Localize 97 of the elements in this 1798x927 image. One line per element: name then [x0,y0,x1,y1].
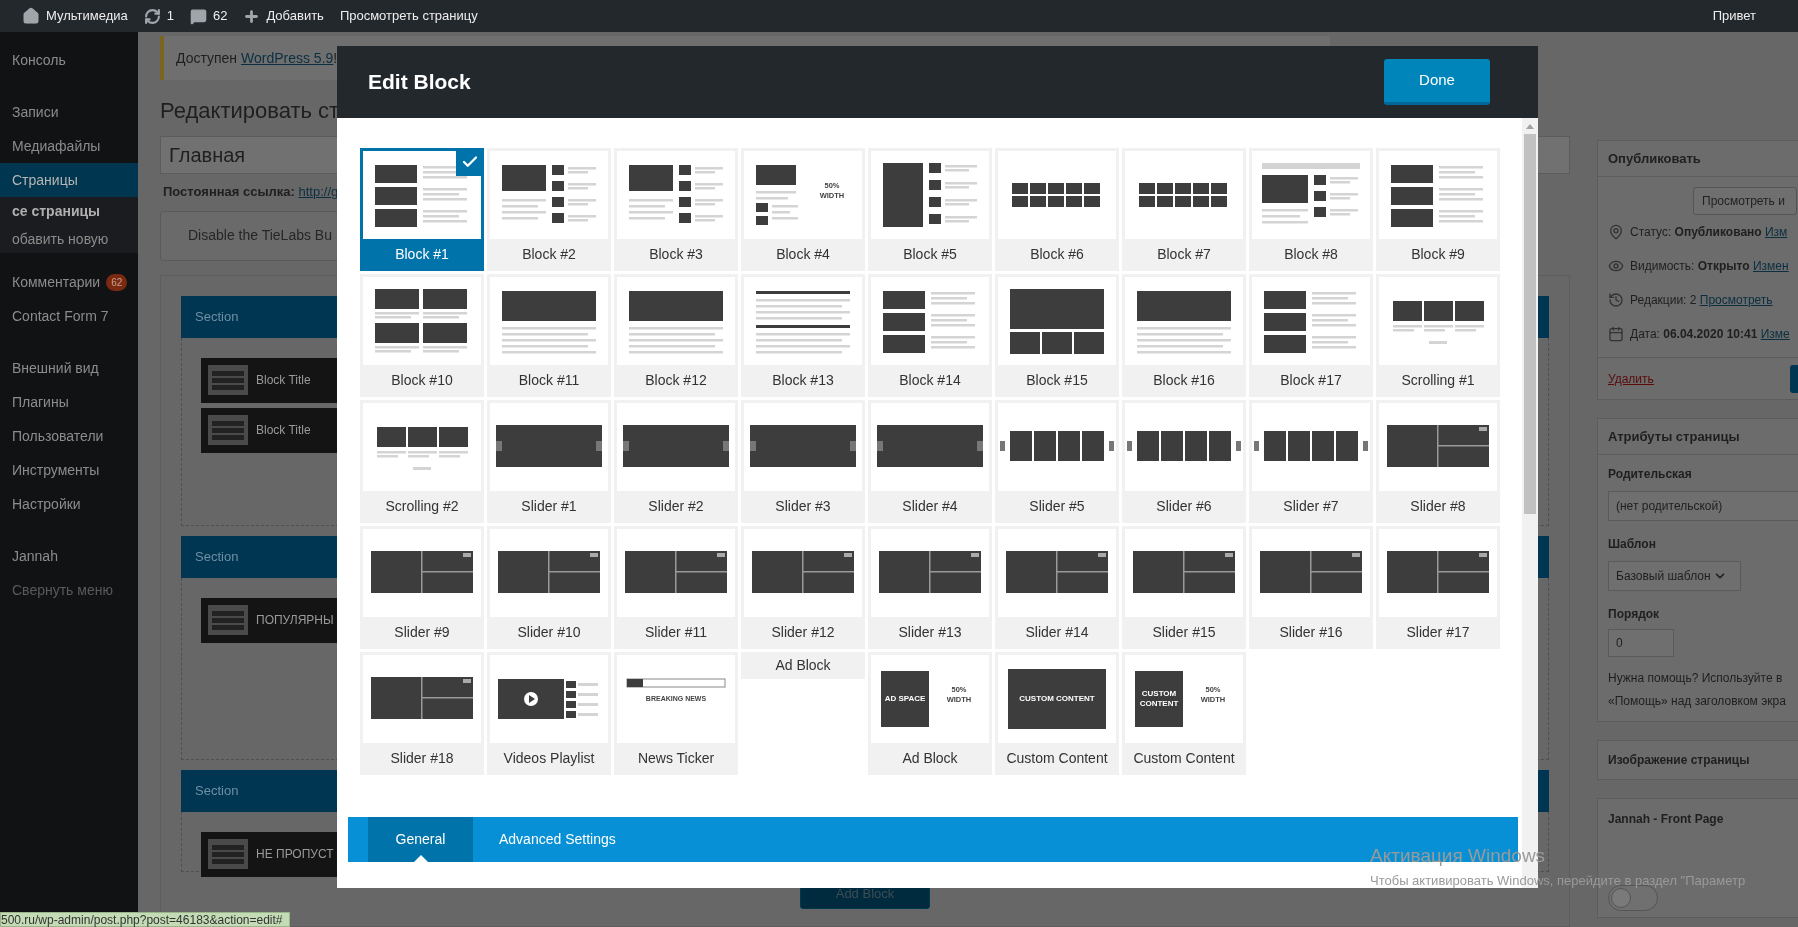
block-option[interactable]: Block #7 [1122,148,1246,271]
block-layout-icon [208,365,248,395]
block-option[interactable]: Slider #3 [741,400,865,523]
thumbnail-caption: CUSTOM [1141,689,1177,698]
block-option[interactable]: Slider #17 [1376,526,1500,649]
menu-item[interactable]: Медиафайлы [0,129,138,163]
field-label: Шаблон [1608,536,1657,553]
updates-count[interactable]: 1 [166,6,174,26]
menu-item[interactable]: обавить новую [0,225,138,253]
block-option[interactable]: Slider #4 [868,400,992,523]
meta-text: Статус: Опубликовано Изм [1630,224,1788,241]
menu-item[interactable]: Комментарии 62 [0,265,138,299]
block-option[interactable]: Slider #18 [360,652,484,775]
block-option[interactable]: Ad Block [741,652,865,679]
menu-item[interactable]: Пользователи [0,419,138,453]
thumbnail-caption: CUSTOM CONTENT [1019,694,1095,703]
block-option[interactable]: Slider #13 [868,526,992,649]
block-option[interactable]: Slider #16 [1249,526,1373,649]
menu-item[interactable]: Contact Form 7 [0,299,138,333]
page-heading: Редактировать ст [160,97,341,125]
eye-icon [1608,258,1624,274]
comments-count[interactable]: 62 [212,6,228,26]
block-layout-icon [208,415,248,445]
thumbnail-caption: AD SPACE [884,694,926,703]
block-option[interactable]: Block #5 [868,148,992,271]
menu-item[interactable]: се страницы [0,197,138,225]
greeting-link[interactable]: Привет [1712,6,1756,26]
notice-text: Доступен WordPress 5.9! [176,48,338,68]
field-label: Родительская [1608,466,1693,483]
block-option[interactable]: Block #2 [487,148,611,271]
block-option[interactable]: Slider #11 [614,526,738,649]
help-text: «Помощь» над заголовком экра [1608,693,1787,710]
menu-item[interactable]: Консоль [0,43,138,77]
panel-title: Изображение страницы [1608,752,1750,769]
block-layout-icon [208,605,248,635]
comment-icon[interactable] [189,7,207,25]
meta-text: Видимость: Открыто Измен [1630,258,1789,275]
menu-item[interactable]: Плагины [0,385,138,419]
menu-item[interactable]: Внешний вид [0,351,138,385]
block-option[interactable]: Slider #2 [614,400,738,523]
block-layout-icon [208,839,248,869]
block-option[interactable]: Block #14 [868,274,992,397]
block-option[interactable]: Block #12 [614,274,738,397]
block-option[interactable]: Block #13 [741,274,865,397]
plus-icon[interactable] [243,7,261,25]
block-option[interactable]: Block #9 [1376,148,1500,271]
panel-title: Атрибуты страницы [1608,427,1740,446]
block-option[interactable]: Slider #9 [360,526,484,649]
block-option[interactable]: Block #6 [995,148,1119,271]
block-option[interactable]: Scrolling #1 [1376,274,1500,397]
block-option[interactable]: Block #11 [487,274,611,397]
status-url: 500.ru/wp-admin/post.php?post=46183&action=edit# [0,912,290,927]
block-option[interactable]: Block #16 [1122,274,1246,397]
site-link[interactable]: Мультимедиа [46,6,128,26]
menu-item[interactable]: Инструменты [0,453,138,487]
check-icon [456,148,484,176]
block-option[interactable]: Slider #10 [487,526,611,649]
pin-icon [1608,224,1624,240]
field-label: Порядок [1608,606,1661,623]
block-option[interactable]: Scrolling #2 [360,400,484,523]
menu-item[interactable]: Jannah [0,539,138,573]
meta-text: Редакции: 2 Просмотреть [1630,292,1773,309]
block-option[interactable]: Slider #7 [1249,400,1373,523]
block-option[interactable]: Block #3 [614,148,738,271]
block-option[interactable]: Videos Playlist [487,652,611,775]
settings-tab[interactable]: General [368,817,473,862]
view-page-link[interactable]: Просмотреть страницу [339,6,478,26]
settings-tab[interactable]: Advanced Settings [473,817,642,862]
count-badge: 62 [106,273,128,291]
block-option[interactable]: Slider #15 [1122,526,1246,649]
panel-title: Опубликовать [1608,149,1701,168]
block-option[interactable]: Block #15 [995,274,1119,397]
refresh-icon[interactable] [143,7,161,25]
block-option[interactable]: Slider #5 [995,400,1119,523]
block-option[interactable]: Block #17 [1249,274,1373,397]
block-option[interactable]: CUSTOM CONTENT Custom Content [995,652,1119,775]
add-new-link[interactable]: Добавить [266,6,324,26]
menu-item[interactable]: Настройки [0,487,138,521]
block-option[interactable]: Slider #12 [741,526,865,649]
menu-item[interactable]: Страницы [0,163,138,197]
menu-item[interactable]: Записи [0,95,138,129]
block-option[interactable]: Slider #8 [1376,400,1500,523]
block-option[interactable]: Slider #6 [1122,400,1246,523]
block-option[interactable]: Slider #1 [487,400,611,523]
done-button[interactable]: Done [1384,59,1490,105]
thumbnail-caption: CONTENT [1139,699,1179,708]
calendar-icon [1608,326,1624,342]
panel-title: Jannah - Front Page [1608,811,1724,828]
help-text: Нужна помощь? Используйте в [1608,670,1784,687]
block-option[interactable]: Slider #14 [995,526,1119,649]
meta-text: Дата: 06.04.2020 10:41 Изме [1630,326,1790,343]
block-option[interactable]: Block #8 [1249,148,1373,271]
home-icon[interactable] [22,7,40,25]
block-option[interactable]: Block #1 [360,148,484,271]
history-icon [1608,292,1624,308]
block-option[interactable]: Block #10 [360,274,484,397]
dialog-title: Edit Block [368,69,471,96]
